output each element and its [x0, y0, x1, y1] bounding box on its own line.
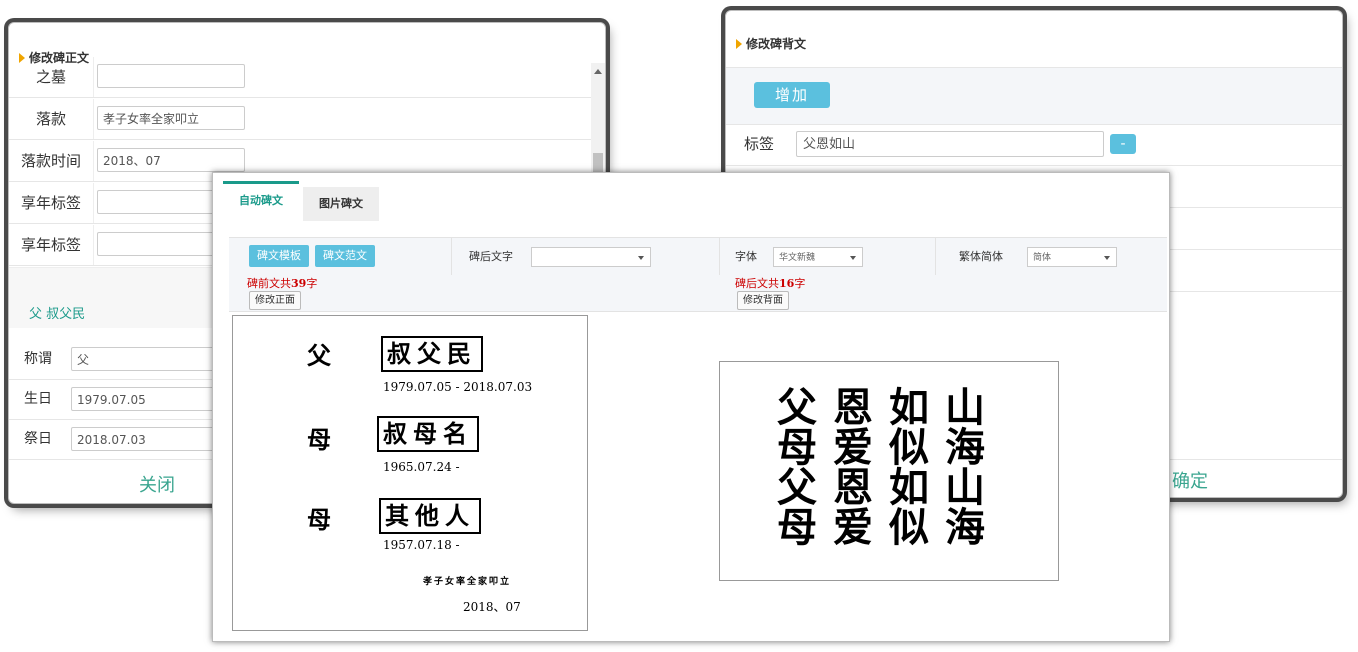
title-marker-icon: [736, 38, 742, 49]
life-dates: 1965.07.24 -: [383, 460, 460, 474]
tomb-input[interactable]: [97, 64, 245, 88]
signature-input[interactable]: 孝子女率全家叩立: [97, 106, 245, 130]
field-label: 享年标签: [9, 225, 94, 265]
field-label: 祭日: [24, 431, 52, 447]
signature-date: 2018、07: [463, 600, 521, 614]
form-row-tomb: 之墓: [9, 57, 591, 98]
back-text-select[interactable]: [531, 247, 651, 267]
sample-button[interactable]: 碑文范文: [315, 245, 375, 267]
template-button[interactable]: 碑文模板: [249, 245, 309, 267]
back-text-line: 母爱似海: [777, 504, 1001, 551]
form-row-signature: 落款 孝子女率全家叩立: [9, 99, 591, 140]
epitaph-editor-panel: 自动碑文 图片碑文 碑文模板 碑文范文 碑后文字 字体 华文新魏 繁体简体 简体…: [212, 172, 1170, 642]
tag-label: 标签: [744, 135, 775, 153]
field-label: 之墓: [9, 57, 94, 97]
tag-input[interactable]: 父恩如山: [796, 131, 1104, 157]
front-char-count: 碑前文共39字: [247, 277, 318, 290]
name-box: 叔母名: [377, 416, 479, 452]
divider: [451, 238, 452, 276]
font-label: 字体: [735, 250, 757, 263]
field-label: 生日: [24, 391, 52, 407]
chevron-down-icon: [850, 256, 856, 260]
back-preview: 父恩如山 母爱似海 父恩如山 母爱似海: [719, 361, 1059, 581]
name-box: 其他人: [379, 498, 481, 534]
add-button[interactable]: 增加: [754, 82, 830, 108]
life-dates: 1979.07.05 - 2018.07.03: [383, 380, 533, 394]
front-preview: 父 叔父民 1979.07.05 - 2018.07.03 母 叔母名 1965…: [232, 315, 588, 631]
deathday-input[interactable]: 2018.07.03: [71, 427, 221, 451]
relation-text: 父: [307, 341, 331, 370]
editor-toolbar: 碑文模板 碑文范文 碑后文字 字体 华文新魏 繁体简体 简体: [229, 237, 1167, 277]
signature-text: 孝子女率全家叩立: [423, 577, 512, 587]
scroll-up-arrow-icon[interactable]: [594, 69, 602, 74]
script-select[interactable]: 简体: [1027, 247, 1117, 267]
tag-row: 标签 父恩如山 -: [726, 123, 1342, 166]
font-select[interactable]: 华文新魏: [773, 247, 863, 267]
tab-auto-epitaph[interactable]: 自动碑文: [223, 181, 299, 218]
back-text-line: 母爱似海: [777, 424, 1001, 471]
relation-text: 母: [307, 425, 331, 454]
tab-image-epitaph[interactable]: 图片碑文: [303, 187, 379, 221]
back-text-label: 碑后文字: [469, 250, 513, 263]
close-button[interactable]: 关闭: [139, 471, 175, 497]
back-dialog-toolbar: 增加: [726, 67, 1342, 125]
divider: [935, 238, 936, 276]
field-label: 享年标签: [9, 183, 94, 223]
signature-time-input[interactable]: 2018、07: [97, 148, 245, 172]
edit-back-button[interactable]: 修改背面: [737, 291, 789, 310]
confirm-button[interactable]: 确定: [1172, 467, 1208, 493]
chevron-down-icon: [1104, 256, 1110, 260]
back-text-line: 父恩如山: [777, 464, 1001, 511]
back-dialog-title: 修改碑背文: [736, 35, 806, 52]
chevron-down-icon: [638, 256, 644, 260]
script-label: 繁体简体: [959, 250, 1003, 263]
divider: [719, 238, 720, 276]
back-char-count: 碑后文共16字: [735, 277, 806, 290]
name-box: 叔父民: [381, 336, 483, 372]
field-label: 落款: [9, 99, 94, 139]
edit-front-button[interactable]: 修改正面: [249, 291, 301, 310]
relation-input[interactable]: 父: [71, 347, 221, 371]
field-label: 落款时间: [9, 141, 94, 181]
life-dates: 1957.07.18 -: [383, 538, 460, 552]
birthday-input[interactable]: 1979.07.05: [71, 387, 221, 411]
char-count-bar: 碑前文共39字 修改正面 碑后文共16字 修改背面: [229, 275, 1167, 312]
field-label: 称谓: [24, 351, 52, 367]
relation-text: 母: [307, 505, 331, 534]
remove-tag-button[interactable]: -: [1110, 134, 1136, 154]
back-text-line: 父恩如山: [777, 384, 1001, 431]
person-label: 父 叔父民: [29, 307, 86, 322]
